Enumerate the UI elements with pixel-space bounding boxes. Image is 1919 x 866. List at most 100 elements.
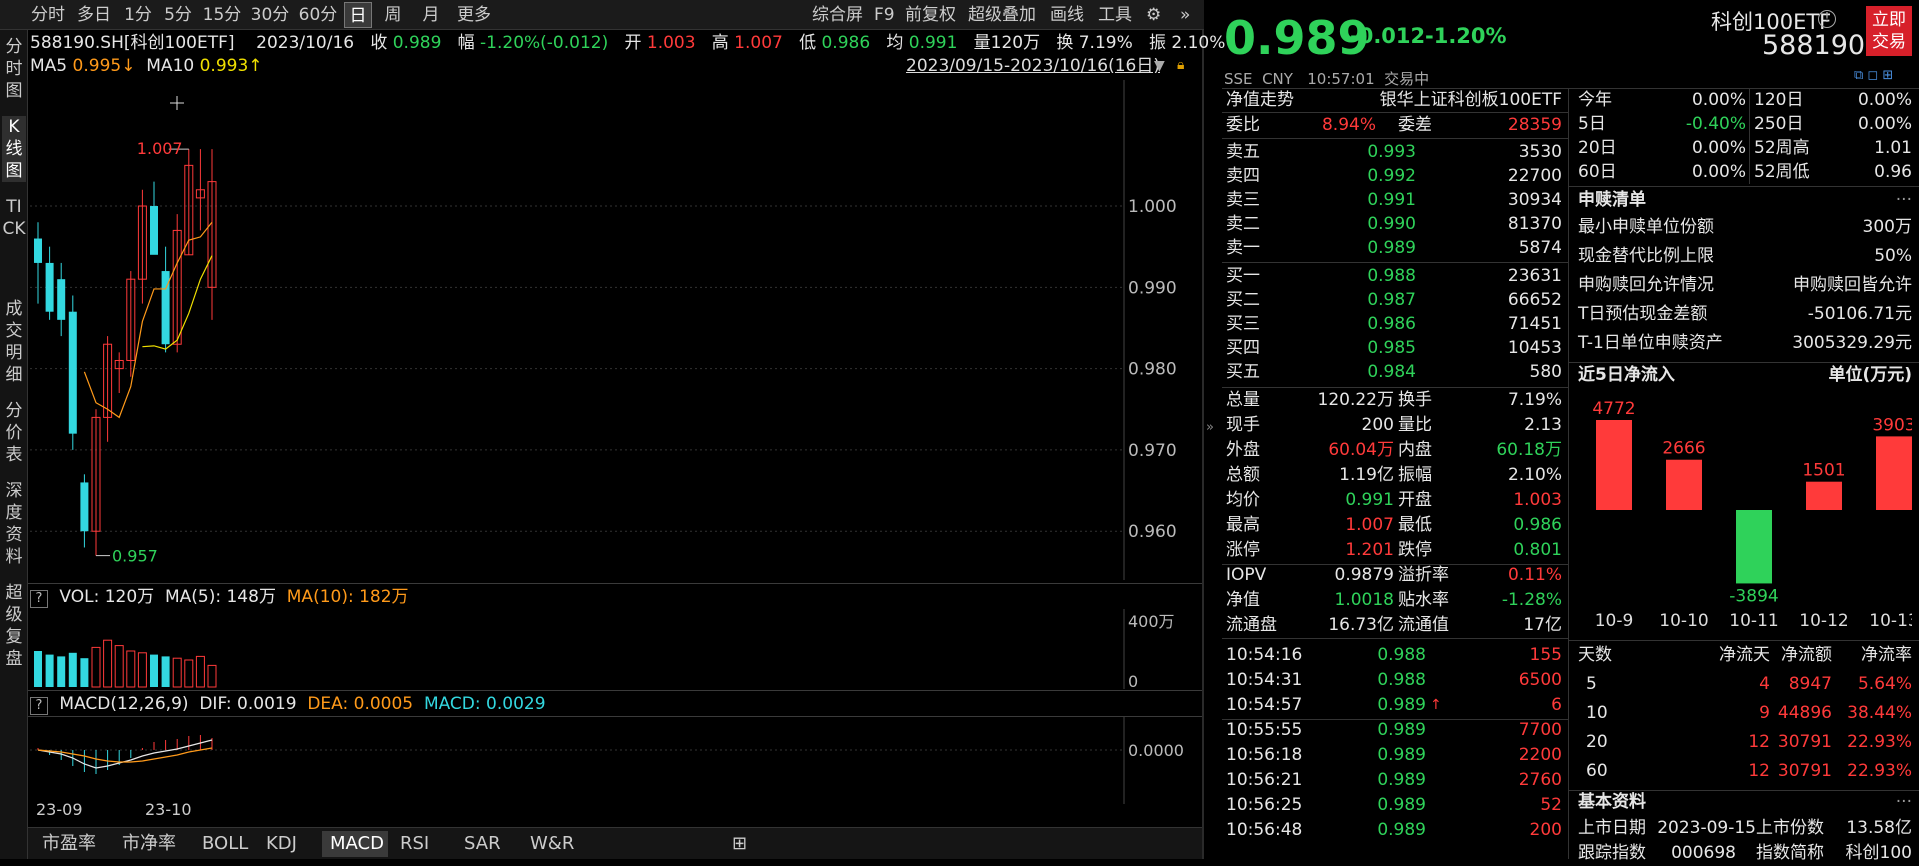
netflow-value-label: -3894 — [1729, 586, 1778, 606]
return-value: 0.00% — [1857, 114, 1912, 134]
divider — [1222, 262, 1568, 263]
volume-bar — [150, 654, 158, 687]
period-8[interactable]: 周 — [376, 2, 410, 28]
range-dropdown-icon[interactable]: ▼ — [1154, 58, 1165, 74]
nav-trend-label[interactable]: 净值走势 — [1226, 88, 1346, 113]
stat-value: 2.13 — [1524, 415, 1562, 435]
bid-price: 0.986 — [1367, 314, 1416, 334]
indicator-tab-2[interactable]: BOLL — [194, 831, 254, 857]
tick-price: 0.989 — [1377, 745, 1426, 765]
change-label: 幅 — [457, 33, 475, 53]
divider — [28, 716, 1202, 717]
flow-amount: 8947 — [1788, 674, 1832, 694]
price-tick: 0.970 — [1128, 441, 1177, 461]
side-tab-bar: 分时图 K线图 TICK 成交明细分价表深度资料超级复盘 — [0, 30, 28, 859]
help-icon[interactable]: ? — [30, 697, 48, 715]
period-5[interactable]: 30分 — [248, 2, 292, 28]
ask-level-label: 卖二 — [1226, 214, 1260, 234]
menu-item-0[interactable]: 综合屏 — [812, 2, 863, 28]
divider — [28, 690, 1202, 691]
date-range[interactable]: 2023/09/15-2023/10/16(16日) — [906, 55, 1160, 77]
side-tab-3[interactable]: 成交明细 — [2, 298, 26, 386]
netflow-bar — [1806, 481, 1842, 510]
turnover-label: 换 — [1056, 33, 1074, 53]
side-tab-0[interactable]: 分时图 — [2, 36, 26, 102]
add-tab-icon[interactable]: ⊞ — [724, 831, 747, 857]
info-icon[interactable]: ! — [1818, 10, 1836, 28]
security-code: 588190 — [1762, 30, 1866, 61]
basic-more-button[interactable]: ··· — [1846, 790, 1912, 815]
volume-bar — [137, 652, 147, 688]
kline-chart[interactable]: 1.000 0.990 0.980 0.970 0.960 1.007 0.957 — [30, 80, 1202, 580]
subscription-more-button[interactable]: ··· — [1846, 188, 1912, 213]
indicator-tab-0[interactable]: 市盈率 — [34, 831, 110, 857]
netflow-chart: 4772 10-9 2666 10-10 -3894 10-11 1501 10-12 3903… — [1592, 399, 1912, 631]
menu-item-1[interactable]: F9 — [874, 2, 895, 28]
flow-amount: 30791 — [1777, 761, 1832, 781]
expand-icon[interactable]: » — [1180, 2, 1190, 28]
vol-ma10: MA(10): 182万 — [286, 587, 409, 607]
period-toolbar: 分时 多日 1分 5分 15分 30分 60分日周月更多 综合屏 F9 前复权 超级叠加 画线 工具 ⚙ » — [0, 0, 1204, 30]
avg-value: 0.991 — [908, 33, 958, 53]
bid-level-label: 买三 — [1226, 314, 1260, 334]
flow-days: 20 — [1586, 732, 1608, 752]
subscription-value: 3005329.29元 — [1792, 333, 1912, 353]
tick-volume: 155 — [1529, 645, 1562, 665]
divider — [1568, 640, 1919, 641]
volume-bar — [45, 654, 54, 687]
indicator-tab-7[interactable]: W&R — [522, 831, 592, 857]
macd-chart[interactable]: 0.0000 — [30, 716, 1202, 804]
period-10[interactable]: 更多 — [452, 2, 496, 28]
period-1[interactable]: 多日 — [72, 2, 116, 28]
help-icon[interactable]: ? — [30, 590, 48, 608]
period-2[interactable]: 1分 — [120, 2, 156, 28]
period-0[interactable]: 分时 — [28, 2, 68, 28]
side-tab-1[interactable]: K线图 — [2, 116, 26, 182]
bid-volume: 10453 — [1507, 338, 1562, 358]
indicator-tab-5[interactable]: RSI — [392, 831, 452, 857]
flow-netdays: 12 — [1748, 761, 1770, 781]
flow-rate: 22.93% — [1847, 761, 1912, 781]
period-3[interactable]: 5分 — [160, 2, 196, 28]
indicator-tab-1[interactable]: 市净率 — [114, 831, 190, 857]
indicator-tab-4[interactable]: MACD — [322, 831, 388, 857]
tick-time: 10:54:16 — [1226, 645, 1303, 665]
menu-item-3[interactable]: 超级叠加 — [968, 2, 1036, 28]
chart-area: 分时 多日 1分 5分 15分 30分 60分日周月更多 综合屏 F9 前复权 超级叠加 画线 工具 ⚙ »… — [0, 0, 1225, 859]
divider — [1749, 88, 1750, 184]
stat-value: 60.18万 — [1496, 440, 1562, 460]
volume-bar — [57, 656, 66, 687]
indicator-tab-6[interactable]: SAR — [456, 831, 518, 857]
lock-icon[interactable]: 🔒︎ — [1177, 57, 1184, 73]
volume-bar — [161, 656, 170, 687]
window-icons[interactable]: ⧉ ◻ ⊞ — [1854, 68, 1893, 83]
period-9[interactable]: 月 — [414, 2, 448, 28]
divider — [1568, 88, 1569, 859]
collapse-icon[interactable]: » — [1206, 420, 1214, 435]
menu-item-2[interactable]: 前复权 — [905, 2, 956, 28]
period-6[interactable]: 60分 — [296, 2, 340, 28]
tick-volume: 7700 — [1518, 720, 1562, 740]
stat-value: -1.28% — [1501, 590, 1562, 610]
volume-chart[interactable]: 400万 0 — [30, 609, 1202, 689]
indicator-tab-3[interactable]: KDJ — [258, 831, 318, 857]
netflow-title: 近5日净流入 — [1578, 365, 1675, 385]
period-7[interactable]: 日 — [344, 2, 372, 28]
tick-price: 0.989 — [1377, 820, 1426, 840]
period-4[interactable]: 15分 — [200, 2, 244, 28]
stat-value: 1.19亿 — [1339, 465, 1394, 485]
side-tab-5[interactable]: 深度资料 — [2, 480, 26, 568]
date-label-1: 23-09 — [36, 800, 83, 819]
side-tab-2[interactable]: TICK — [2, 196, 26, 240]
stat-value: 0.801 — [1513, 540, 1562, 560]
gear-icon[interactable]: ⚙ — [1146, 2, 1161, 28]
menu-item-4[interactable]: 画线 — [1050, 2, 1084, 28]
return-value: -0.40% — [1685, 114, 1746, 134]
menu-item-5[interactable]: 工具 — [1098, 2, 1132, 28]
side-tab-6[interactable]: 超级复盘 — [2, 582, 26, 670]
vol-header: ? VOL: 120万 MA(5): 148万 MA(10): 182万 — [30, 585, 409, 609]
trade-now-button[interactable]: 立即交易 — [1866, 6, 1912, 56]
flow-amount: 30791 — [1777, 732, 1832, 752]
side-tab-4[interactable]: 分价表 — [2, 400, 26, 466]
flow-days: 10 — [1586, 703, 1608, 723]
